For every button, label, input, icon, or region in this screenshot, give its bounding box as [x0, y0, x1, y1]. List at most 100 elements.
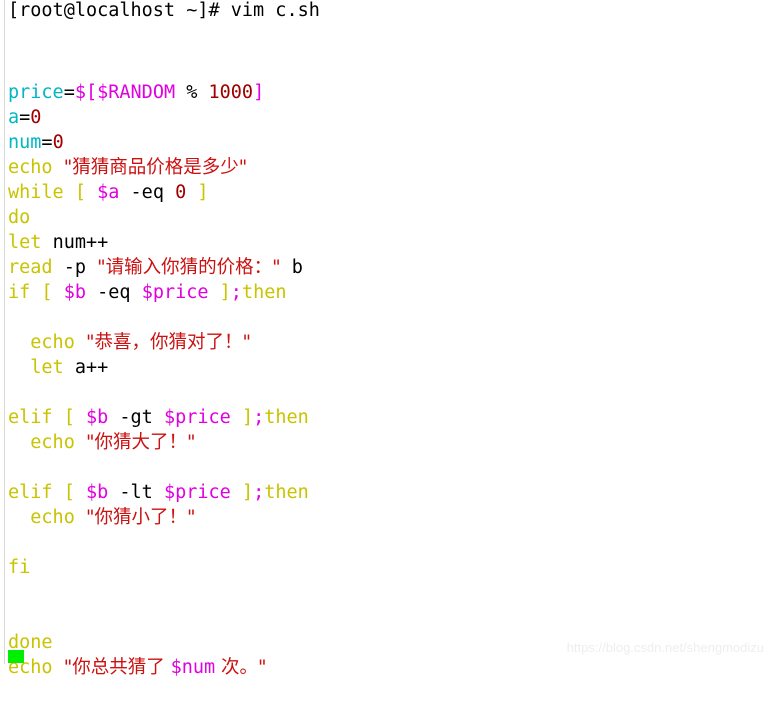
code-token: "恭喜，你猜对了！": [85, 332, 252, 353]
code-token: =: [41, 132, 53, 153]
code-token: a++: [74, 357, 109, 378]
code-token: $b: [63, 282, 86, 303]
code-line: echo "你猜大了！": [8, 430, 309, 455]
code-token: [: [63, 482, 75, 503]
code-line: echo "猜猜商品价格是多少": [8, 155, 309, 180]
code-line: echo "你总共猜了 $num 次。": [8, 655, 309, 680]
terminal-left-edge-rule: [4, 0, 5, 664]
code-token: ;: [253, 407, 265, 428]
code-token: $b: [85, 482, 109, 503]
code-line: while [ $a -eq 0 ]: [8, 180, 309, 205]
code-token: [: [74, 182, 86, 203]
code-token: echo: [8, 157, 53, 178]
code-token: $a: [97, 182, 120, 203]
code-token: "猜猜商品价格是多少": [63, 157, 248, 178]
code-token: $b: [85, 407, 109, 428]
code-token: fi: [8, 557, 31, 578]
code-token: ]: [253, 82, 265, 103]
code-token: -lt: [108, 482, 164, 503]
code-token: $[$: [74, 82, 109, 103]
code-line: let num++: [8, 230, 309, 255]
code-line: elif [ $b -gt $price ];then: [8, 405, 309, 430]
code-token: num++: [52, 232, 109, 253]
code-line: elif [ $b -lt $price ];then: [8, 480, 309, 505]
code-line: let a++: [8, 355, 309, 380]
code-token: while: [8, 182, 64, 203]
code-token: -gt: [108, 407, 164, 428]
code-line: price=$[$RANDOM % 1000]: [8, 80, 309, 105]
code-token: RANDOM: [108, 82, 176, 103]
code-token: a: [8, 107, 20, 128]
code-token: echo: [30, 507, 75, 528]
code-token: [: [63, 407, 75, 428]
code-token: 0: [175, 182, 187, 203]
code-token: then: [264, 407, 309, 428]
code-token: if: [8, 282, 31, 303]
code-line: if [ $b -eq $price ];then: [8, 280, 309, 305]
code-token: elif: [8, 482, 53, 503]
code-token: then: [241, 282, 287, 303]
code-token: echo: [30, 332, 75, 353]
code-line: echo "恭喜，你猜对了！": [8, 330, 309, 355]
code-token: 0: [52, 132, 64, 153]
code-token: num: [8, 132, 42, 153]
code-token: ]: [219, 282, 231, 303]
code-line: read -p "请输入你猜的价格：" b: [8, 255, 309, 280]
code-token: ]: [241, 482, 254, 503]
vim-code-area[interactable]: price=$[$RANDOM % 1000] a=0 num=0 echo "猜猜商…: [8, 80, 309, 705]
code-token: -eq: [85, 282, 142, 303]
vim-cursor-block: [8, 650, 24, 663]
code-token: $price: [163, 482, 231, 503]
code-token: [: [41, 282, 53, 303]
code-token: elif: [8, 407, 53, 428]
code-line: echo "你猜小了！": [8, 505, 309, 530]
code-token: ]: [241, 407, 254, 428]
code-token: then: [264, 482, 309, 503]
code-token: $price: [141, 282, 209, 303]
code-token: "请输入你猜的价格：": [97, 257, 281, 278]
code-token: =: [63, 82, 75, 103]
code-line: num=0: [8, 130, 309, 155]
code-token: "你猜大了！": [85, 432, 196, 453]
code-token: 0: [30, 107, 42, 128]
code-token: =: [19, 107, 31, 128]
code-token: ]: [197, 182, 209, 203]
code-token: read: [8, 257, 53, 278]
code-token: "你猜小了！": [85, 507, 196, 528]
code-line: fi: [8, 555, 309, 580]
code-token: do: [8, 207, 31, 228]
code-line: a=0: [8, 105, 309, 130]
code-token: ;: [230, 282, 242, 303]
code-token: 1000: [208, 82, 254, 103]
code-token: let: [8, 232, 42, 253]
code-token: 次。": [215, 657, 267, 678]
terminal-window: [root@localhost ~]# vim c.sh price=$[$RA…: [0, 0, 770, 678]
